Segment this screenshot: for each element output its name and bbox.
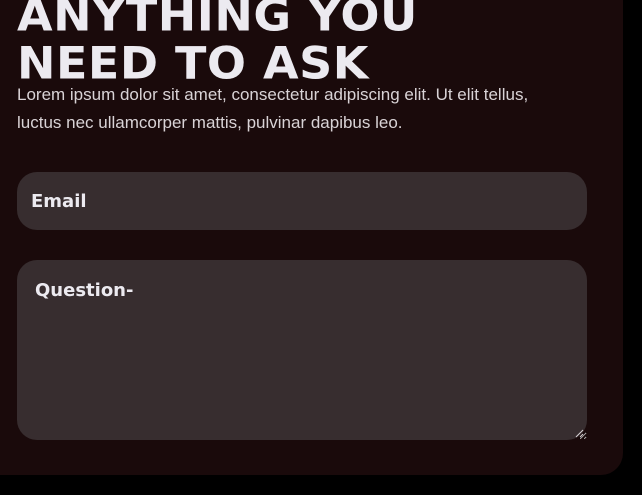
question-field[interactable]: [17, 260, 587, 440]
page-title: ANYTHING YOU NEED TO ASK: [17, 0, 617, 87]
page-title-line-1: ANYTHING YOU: [17, 0, 418, 41]
email-field[interactable]: [17, 172, 587, 230]
page-title-line-2: NEED TO ASK: [17, 36, 369, 89]
resize-grip-icon[interactable]: [574, 428, 584, 438]
intro-text: Lorem ipsum dolor sit amet, consectetur …: [17, 85, 529, 132]
